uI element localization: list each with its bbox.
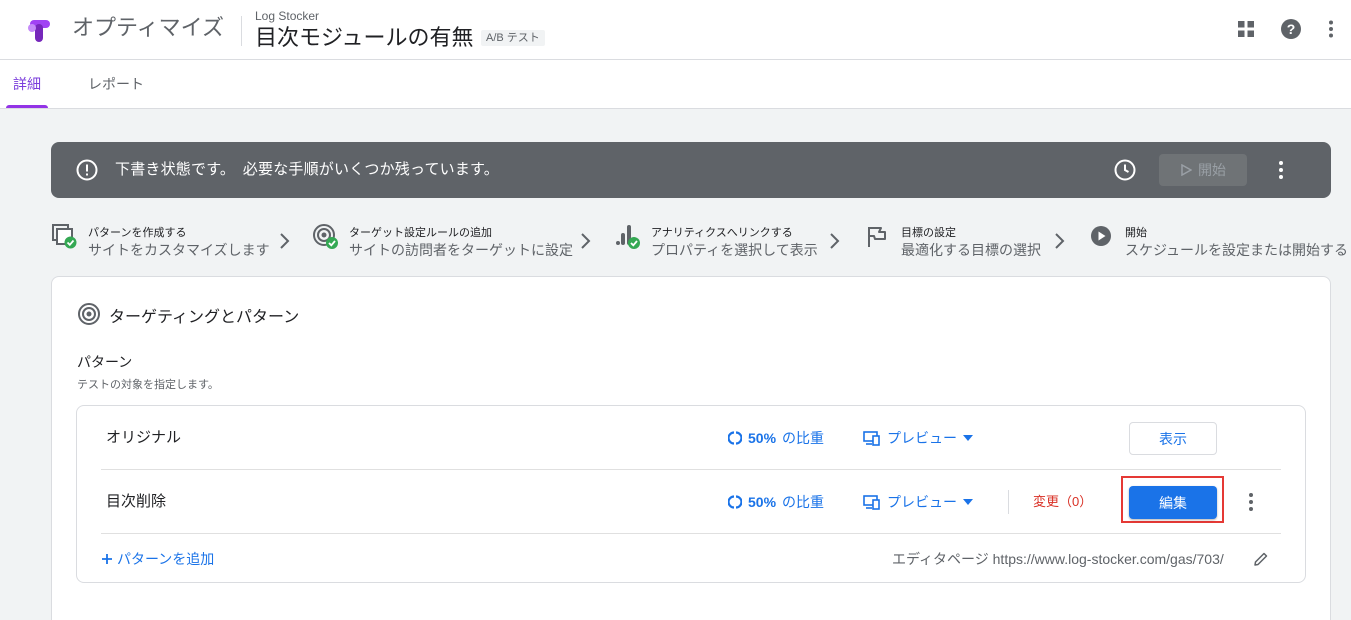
step-title: ターゲット設定ルールの追加 <box>349 227 492 239</box>
devices-icon <box>863 431 880 446</box>
optimize-logo-icon <box>28 20 50 42</box>
top-app-bar: オプティマイズ Log Stocker 目次モジュールの有無 A/B テスト ? <box>0 0 1351 60</box>
weight-value: 50% <box>748 430 777 446</box>
row-divider <box>1008 490 1009 514</box>
variants-list: オリジナル 50% の比重 プレビュー 表示 目次削除 50% の比重 プレビュ… <box>76 405 1306 583</box>
arrow-drop-down-icon <box>963 435 973 441</box>
step-subtitle: サイトの訪問者をターゲットに設定 <box>349 242 573 258</box>
variants-section-description: テストの対象を指定します。 <box>77 379 219 391</box>
experience-type-badge: A/B テスト <box>481 30 545 46</box>
step-subtitle: プロパティを選択して表示 <box>651 242 818 258</box>
flag-icon <box>868 227 886 247</box>
step-title: 目標の設定 <box>901 227 956 239</box>
editor-page-url: エディタページ https://www.log-stocker.com/gas/… <box>892 549 1224 569</box>
arrow-drop-down-icon <box>963 499 973 505</box>
variant-name: 目次削除 <box>106 493 167 510</box>
account-name[interactable]: Log Stocker <box>255 9 319 23</box>
targeting-variants-card: ターゲティングとパターン パターン テストの対象を指定します。 オリジナル 50… <box>51 276 1331 620</box>
target-check-icon <box>313 224 338 249</box>
apps-grid-icon[interactable] <box>1233 16 1259 42</box>
edit-button[interactable]: 編集 <box>1129 486 1217 519</box>
variants-section-label: パターン <box>77 354 133 370</box>
play-circle-icon <box>1091 226 1111 246</box>
tab-reports[interactable]: レポート <box>88 60 144 109</box>
devices-icon <box>863 495 880 510</box>
svg-text:?: ? <box>1287 21 1296 37</box>
pencil-icon[interactable] <box>1253 551 1269 567</box>
chevron-right-icon <box>830 233 840 249</box>
editor-page-link: https://www.log-stocker.com/gas/703/ <box>992 551 1224 567</box>
variant-more-vert-icon[interactable] <box>1239 490 1263 514</box>
more-vert-icon[interactable] <box>1318 16 1344 42</box>
preview-dropdown[interactable]: プレビュー <box>863 406 973 470</box>
variant-weight[interactable]: 50% の比重 <box>728 470 824 534</box>
variant-row: 目次削除 50% の比重 プレビュー 変更（0） 編集 <box>101 470 1281 534</box>
variant-row: オリジナル 50% の比重 プレビュー 表示 <box>101 406 1281 470</box>
weight-split-icon <box>728 431 742 445</box>
chevron-right-icon <box>280 233 290 249</box>
header-divider <box>241 16 242 46</box>
draft-status-banner: 下書き状態です。 必要な手順がいくつか残っています。 開始 <box>51 142 1331 198</box>
step-title: アナリティクスへリンクする <box>651 227 793 239</box>
variant-name: オリジナル <box>106 429 182 446</box>
weight-value: 50% <box>748 494 777 510</box>
play-icon <box>1181 164 1192 176</box>
add-variant-button[interactable]: パターンを追加 <box>101 549 214 569</box>
step-subtitle: サイトをカスタマイズします <box>88 242 270 258</box>
plus-icon <box>102 554 112 564</box>
step-title: パターンを作成する <box>88 227 187 239</box>
banner-message: 下書き状態です。 必要な手順がいくつか残っています。 <box>115 161 499 178</box>
experience-name[interactable]: 目次モジュールの有無 <box>255 24 473 52</box>
help-icon[interactable]: ? <box>1278 16 1304 42</box>
analytics-check-icon <box>616 225 640 249</box>
add-variant-label: パターンを追加 <box>117 551 215 567</box>
preview-label: プレビュー <box>887 494 957 510</box>
card-title: ターゲティングとパターン <box>109 309 300 326</box>
target-icon <box>78 303 100 325</box>
weight-split-icon <box>728 495 742 509</box>
banner-more-vert-icon[interactable] <box>1269 158 1293 182</box>
step-subtitle: 最適化する目標の選択 <box>901 242 1041 258</box>
view-button[interactable]: 表示 <box>1129 422 1217 455</box>
weight-suffix: の比重 <box>782 430 825 446</box>
step-subtitle: スケジュールを設定または開始する <box>1125 242 1349 258</box>
editor-page-label: エディタページ <box>892 551 989 567</box>
schedule-icon[interactable] <box>1113 158 1137 182</box>
chevron-right-icon <box>581 233 591 249</box>
step-title: 開始 <box>1125 227 1147 239</box>
start-button[interactable]: 開始 <box>1159 154 1247 186</box>
preview-label: プレビュー <box>887 430 957 446</box>
tab-details[interactable]: 詳細 <box>13 60 41 109</box>
app-name: オプティマイズ <box>72 15 225 40</box>
preview-dropdown[interactable]: プレビュー <box>863 470 973 534</box>
variant-weight[interactable]: 50% の比重 <box>728 406 824 470</box>
weight-suffix: の比重 <box>782 494 825 510</box>
variants-check-icon <box>52 224 77 249</box>
start-button-label: 開始 <box>1198 162 1226 178</box>
chevron-right-icon <box>1055 233 1065 249</box>
tab-bar: 詳細 レポート <box>0 60 1351 109</box>
changes-count[interactable]: 変更（0） <box>1033 470 1092 534</box>
active-tab-indicator <box>6 105 48 108</box>
info-icon <box>76 159 98 181</box>
